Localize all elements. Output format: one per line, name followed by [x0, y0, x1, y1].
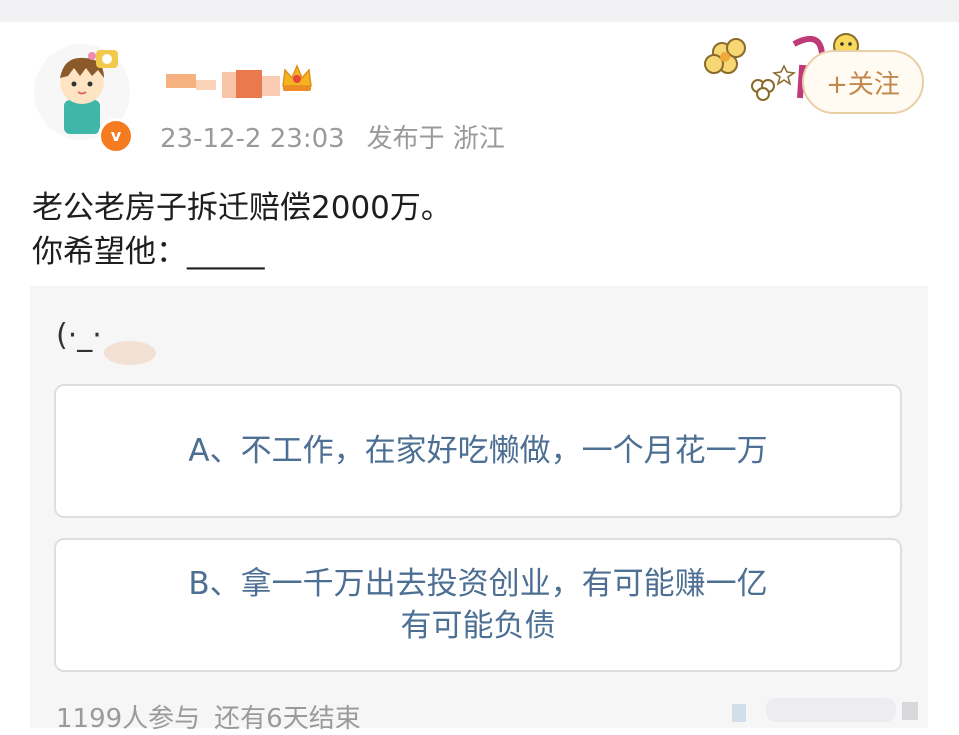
poll-option-b-label: B、拿一千万出去投资创业，有可能赚一亿有可能负债 — [188, 566, 768, 644]
poll-emoticon: (·_· — [56, 318, 102, 353]
post-location: 发布于 浙江 — [366, 124, 505, 154]
poll-card: (·_· A、不工作，在家好吃懒做，一个月花一万 B、拿一千万出去投资创业，有可… — [30, 286, 928, 734]
post-body: 老公老房子拆迁赔偿2000万。 你希望他：_____ — [32, 186, 452, 274]
username-blurred[interactable] — [166, 66, 284, 102]
poll-option-a[interactable]: A、不工作，在家好吃懒做，一个月花一万 — [54, 384, 902, 518]
poll-participants: 1199人参与 — [56, 704, 201, 734]
follow-button[interactable]: +关注 — [802, 50, 924, 114]
crown-icon — [280, 60, 314, 94]
post-text-line-2: 你希望他：_____ — [32, 234, 265, 270]
poll-footer: 1199人参与 还有6天结束 — [56, 698, 375, 735]
poll-option-a-label: A、不工作，在家好吃懒做，一个月花一万 — [188, 433, 768, 469]
top-status-bar — [0, 0, 959, 22]
post-text-line-1: 老公老房子拆迁赔偿2000万。 — [32, 190, 452, 226]
blurred-name-icon — [166, 70, 280, 98]
blurred-emoji-icon — [104, 341, 156, 365]
post-timestamp: 23-12-2 23:03 — [160, 124, 345, 154]
post-meta: 23-12-2 23:03 发布于 浙江 — [160, 118, 527, 155]
watermark-blur-icon — [732, 698, 918, 722]
poll-remaining: 还有6天结束 — [214, 704, 361, 734]
poll-option-b[interactable]: B、拿一千万出去投资创业，有可能赚一亿有可能负债 — [54, 538, 902, 672]
verified-badge-icon: v — [98, 118, 134, 154]
